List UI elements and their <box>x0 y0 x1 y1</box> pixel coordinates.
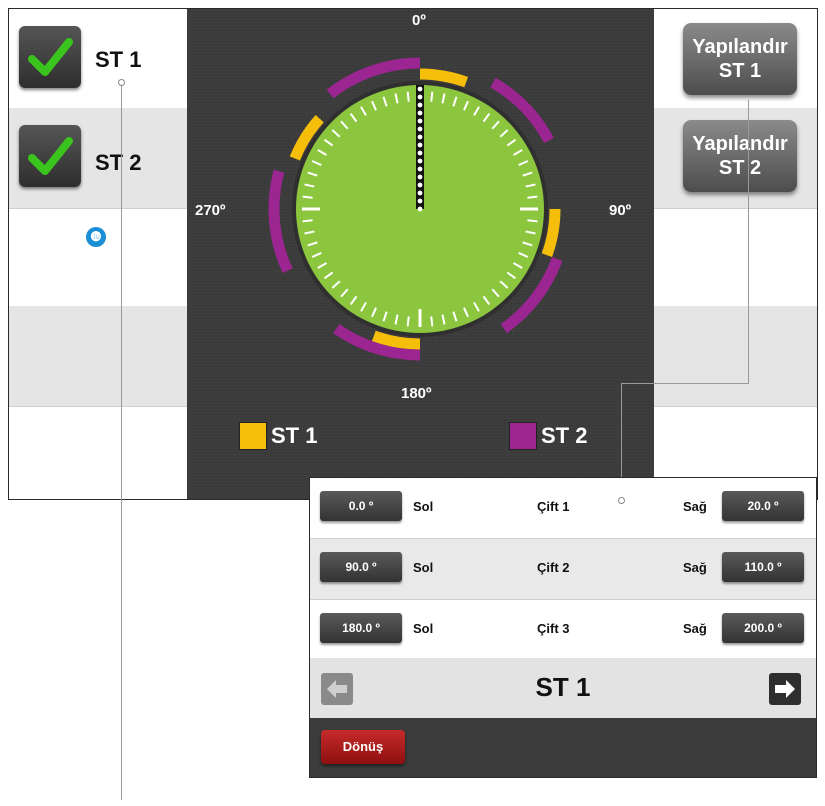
dial-tick <box>302 195 313 199</box>
pair3-right-value-button[interactable]: 200.0 º <box>722 613 804 643</box>
legend-st2-label: ST 2 <box>541 423 588 448</box>
back-button[interactable]: Dönüş <box>321 730 405 764</box>
dial-tick <box>430 316 434 327</box>
configure-st2-button[interactable]: Yapılandır ST 2 <box>683 120 797 192</box>
dial-tick <box>527 195 538 199</box>
configure-popup: 0.0 º Sol Çift 1 Sağ 20.0 º 90.0 º Sol Ç… <box>309 477 817 778</box>
pair-row-2: 90.0 º Sol Çift 2 Sağ 110.0 º <box>310 539 816 600</box>
pointer-dot <box>417 150 423 156</box>
st1-arc <box>541 208 561 258</box>
pointer-dot <box>417 86 423 92</box>
configure-st1-button[interactable]: Yapılandır ST 1 <box>683 23 797 95</box>
pointer-dot <box>417 118 423 124</box>
configure-st2-line1: Yapılandır <box>692 133 788 155</box>
callout-line-st1 <box>121 83 122 800</box>
configure-st2-line2: ST 2 <box>718 157 762 179</box>
legend-st1-label: ST 1 <box>271 423 318 448</box>
pair3-left-label: Sol <box>413 621 434 636</box>
pair3-title: Çift 3 <box>537 621 570 636</box>
pointer-dot <box>417 182 423 188</box>
next-station-button[interactable] <box>769 673 801 705</box>
dial-pointer <box>416 85 424 212</box>
dial-tick <box>527 219 538 223</box>
arrow-right-icon <box>775 680 795 698</box>
legend-st1-swatch <box>239 422 267 450</box>
pointer-dot <box>417 94 423 100</box>
pair2-right-label: Sağ <box>683 560 707 575</box>
callout-dot-st1 <box>118 79 125 86</box>
st2-arc <box>268 169 293 274</box>
station-nav: ST 1 <box>310 658 816 718</box>
popup-footer: Dönüş <box>310 718 816 777</box>
st1-arc <box>371 330 421 350</box>
dial-tick <box>430 91 434 102</box>
st1-label: ST 1 <box>95 47 142 72</box>
pair2-right-value-button[interactable]: 110.0 º <box>722 552 804 582</box>
pair-row-1: 0.0 º Sol Çift 1 Sağ 20.0 º <box>310 478 816 539</box>
pair-row-3: 180.0 º Sol Çift 3 Sağ 200.0 º <box>310 600 816 660</box>
pair2-left-label: Sol <box>413 560 434 575</box>
dial-tick <box>302 219 313 223</box>
nav-title: ST 1 <box>535 672 591 702</box>
st1-checkbox[interactable] <box>19 26 81 88</box>
pair3-left-value-button[interactable]: 180.0 º <box>320 613 402 643</box>
pointer-dot <box>417 190 423 196</box>
pair3-right-label: Sağ <box>683 621 707 636</box>
dial-panel: 0º 90º 180º 270º ST 1 ST 2 <box>187 9 654 499</box>
callout-dot-configure <box>618 497 625 504</box>
callout-badge: ❿ <box>86 227 106 247</box>
pointer-dot <box>417 102 423 108</box>
pointer-dot <box>417 110 423 116</box>
pointer-dot <box>417 134 423 140</box>
callout-line-configure <box>748 100 749 383</box>
pointer-dot <box>417 166 423 172</box>
checkmark-icon <box>28 38 73 76</box>
angle-dial <box>268 57 563 361</box>
st1-arc <box>419 68 469 88</box>
checkmark-icon <box>28 137 73 175</box>
pair1-right-label: Sağ <box>683 499 707 514</box>
configure-st1-line1: Yapılandır <box>692 36 788 58</box>
configure-st1-line2: ST 1 <box>718 60 762 82</box>
pair2-left-value-button[interactable]: 90.0 º <box>320 552 402 582</box>
pair1-title: Çift 1 <box>537 499 570 514</box>
pointer-dot <box>417 142 423 148</box>
pointer-dot <box>417 198 423 204</box>
main-screen: ST 1 ST 2 ❿ 0º 90º 180º 270º ST 1 ST 2 Y… <box>8 8 818 500</box>
dial-tick <box>406 316 410 327</box>
pointer-dot <box>417 158 423 164</box>
callout-line-configure-h <box>621 383 749 384</box>
pair1-left-value-button[interactable]: 0.0 º <box>320 491 402 521</box>
dial-tick <box>406 91 410 102</box>
pointer-dot <box>417 126 423 132</box>
pointer-dot <box>417 206 423 212</box>
pointer-dot <box>417 174 423 180</box>
pair1-left-label: Sol <box>413 499 434 514</box>
st2-checkbox[interactable] <box>19 125 81 187</box>
pair2-title: Çift 2 <box>537 560 570 575</box>
st2-label: ST 2 <box>95 150 142 175</box>
legend-st2-swatch <box>509 422 537 450</box>
pair1-right-value-button[interactable]: 20.0 º <box>722 491 804 521</box>
